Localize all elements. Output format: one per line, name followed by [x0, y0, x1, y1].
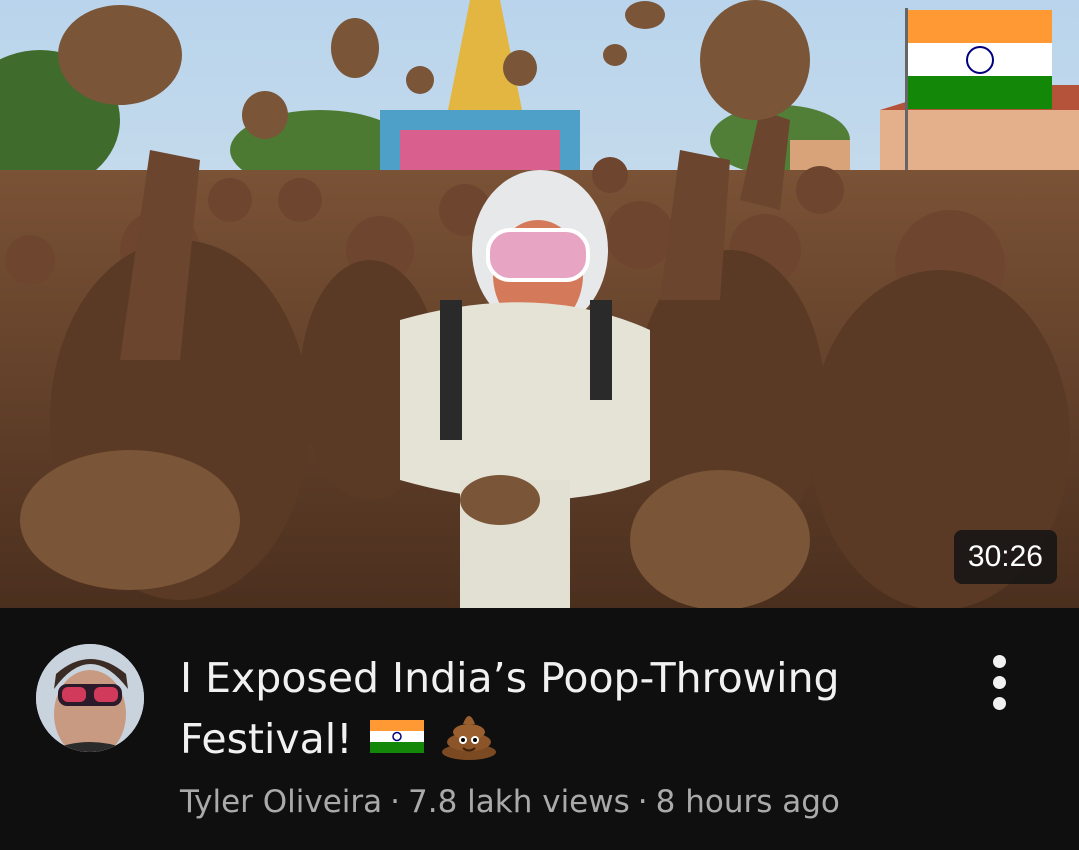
pile-of-poo-icon — [441, 708, 497, 776]
video-title-line2: Festival! — [180, 715, 353, 763]
menu-dot — [993, 676, 1006, 689]
byline-separator: · — [637, 784, 648, 820]
byline-separator: · — [390, 784, 400, 820]
duration-badge: 30:26 — [953, 530, 1057, 584]
channel-avatar[interactable] — [36, 644, 144, 752]
video-title[interactable]: I Exposed India’s Poop-Throwing Festival… — [180, 648, 940, 776]
video-thumbnail[interactable]: 30:26 — [0, 0, 1079, 608]
thumbnail-image — [0, 0, 1079, 608]
video-meta: I Exposed India’s Poop-Throwing Festival… — [0, 608, 1079, 850]
video-title-line1: I Exposed India’s Poop-Throwing — [180, 654, 840, 702]
channel-name[interactable]: Tyler Oliveira — [180, 784, 382, 820]
menu-dot — [993, 697, 1006, 710]
more-options-icon[interactable] — [985, 652, 1015, 712]
view-count: 7.8 lakh views — [408, 784, 630, 820]
video-title-line2-wrap: Festival! — [180, 708, 940, 776]
avatar-image — [36, 644, 144, 752]
video-byline: Tyler Oliveira · 7.8 lakh views · 8 hours ag… — [180, 784, 840, 820]
india-flag-icon — [369, 712, 424, 772]
menu-dot — [993, 655, 1006, 668]
upload-age: 8 hours ago — [655, 784, 840, 820]
